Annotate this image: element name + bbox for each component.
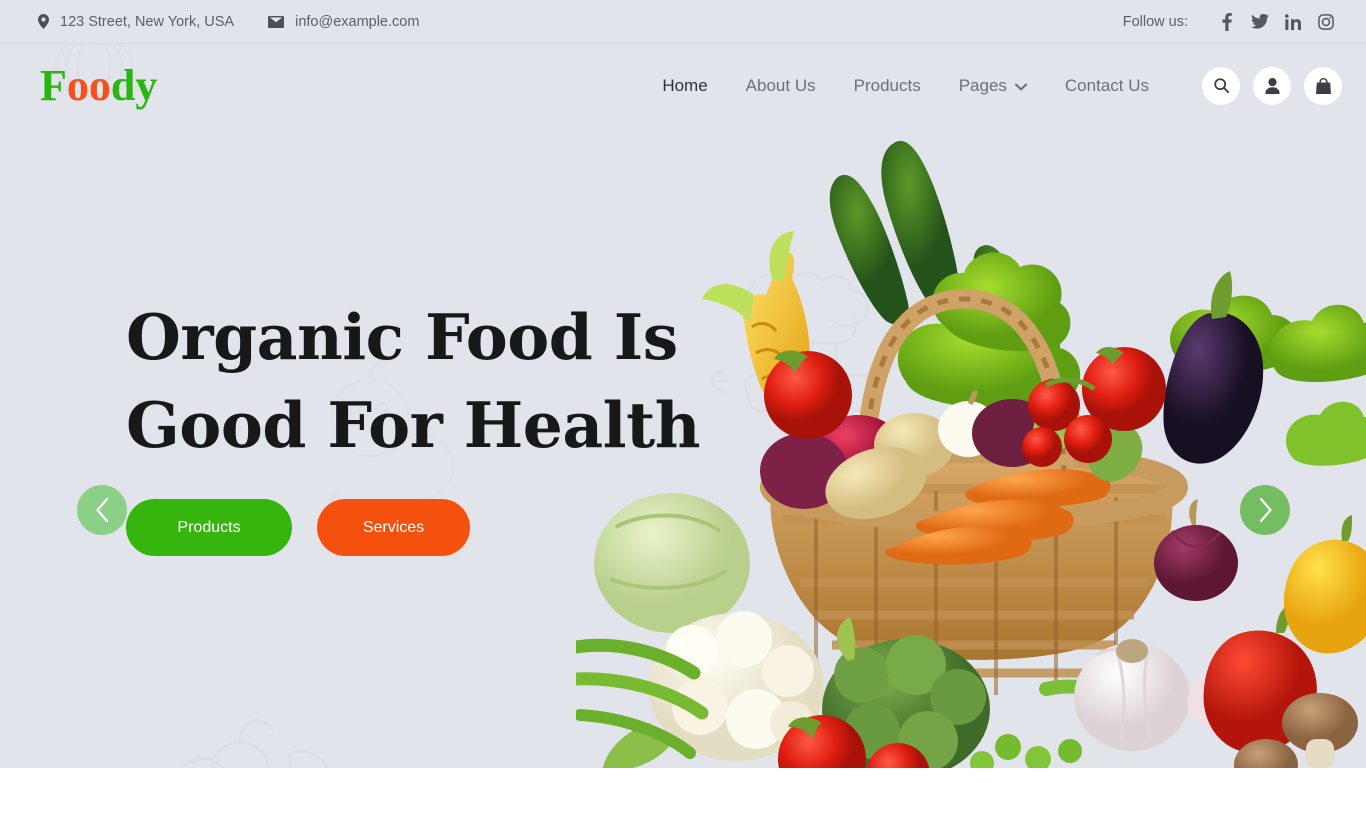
chevron-down-icon [1014,76,1027,96]
social-group: Follow us: [1122,12,1342,31]
site-header: Foody Home About Us Products Pages Conta… [0,21,1366,127]
top-bar: 123 Street, New York, USA info@example.c… [0,0,1366,44]
hero-content: Organic Food Is Good For Health Products… [0,127,1366,768]
nav-item-products[interactable]: Products [835,76,940,96]
services-button[interactable]: Services [317,499,470,557]
nav-label-contact-us: Contact Us [1064,75,1149,95]
facebook-icon[interactable] [1210,12,1243,31]
nav-item-contact-us[interactable]: Contact Us [1046,76,1168,96]
main-navigation: Home About Us Products Pages Contact Us [643,76,1168,96]
hero-slider: Organic Food Is Good For Health Products… [0,127,1366,768]
user-icon[interactable] [1253,66,1291,105]
linkedin-icon[interactable] [1276,13,1309,30]
logo-part-1: F [40,60,67,110]
hero-button-group: Products Services [126,499,1366,557]
instagram-icon[interactable] [1309,13,1342,30]
carousel-next-button[interactable] [1240,485,1290,535]
header-actions [1202,66,1342,105]
map-pin-icon [38,14,49,29]
twitter-icon[interactable] [1243,14,1276,29]
top-bar-contact-group: 123 Street, New York, USA info@example.c… [38,14,419,30]
carousel-prev-button[interactable] [77,485,127,535]
chevron-left-icon [94,497,111,523]
chevron-right-icon [1257,497,1274,523]
address-text: 123 Street, New York, USA [60,13,235,30]
logo-area[interactable]: Foody [40,21,158,127]
products-button[interactable]: Products [126,499,292,557]
logo-part-2: oo [66,60,111,110]
envelope-icon [268,15,285,28]
email-text: info@example.com [295,13,420,30]
nav-item-home[interactable]: Home [643,76,726,96]
page-bottom-area [0,768,1366,838]
nav-item-about-us[interactable]: About Us [727,76,835,96]
hero-title-line-2: Good For Health [126,388,701,462]
nav-label-pages: Pages [958,75,1007,95]
hero-title: Organic Food Is Good For Health [126,293,766,469]
logo-foody[interactable]: Foody [40,60,158,110]
shopping-bag-icon[interactable] [1304,66,1342,105]
hero-title-line-1: Organic Food Is [126,299,678,374]
address-item: 123 Street, New York, USA [38,14,234,30]
nav-label-about-us: About Us [745,75,816,95]
nav-label-products: Products [853,75,921,95]
nav-item-pages[interactable]: Pages [940,76,1046,96]
search-icon[interactable] [1202,66,1240,105]
follow-us-label: Follow us: [1122,13,1188,30]
email-item[interactable]: info@example.com [268,14,419,30]
nav-label-home: Home [662,75,708,95]
logo-part-3: dy [110,60,158,110]
